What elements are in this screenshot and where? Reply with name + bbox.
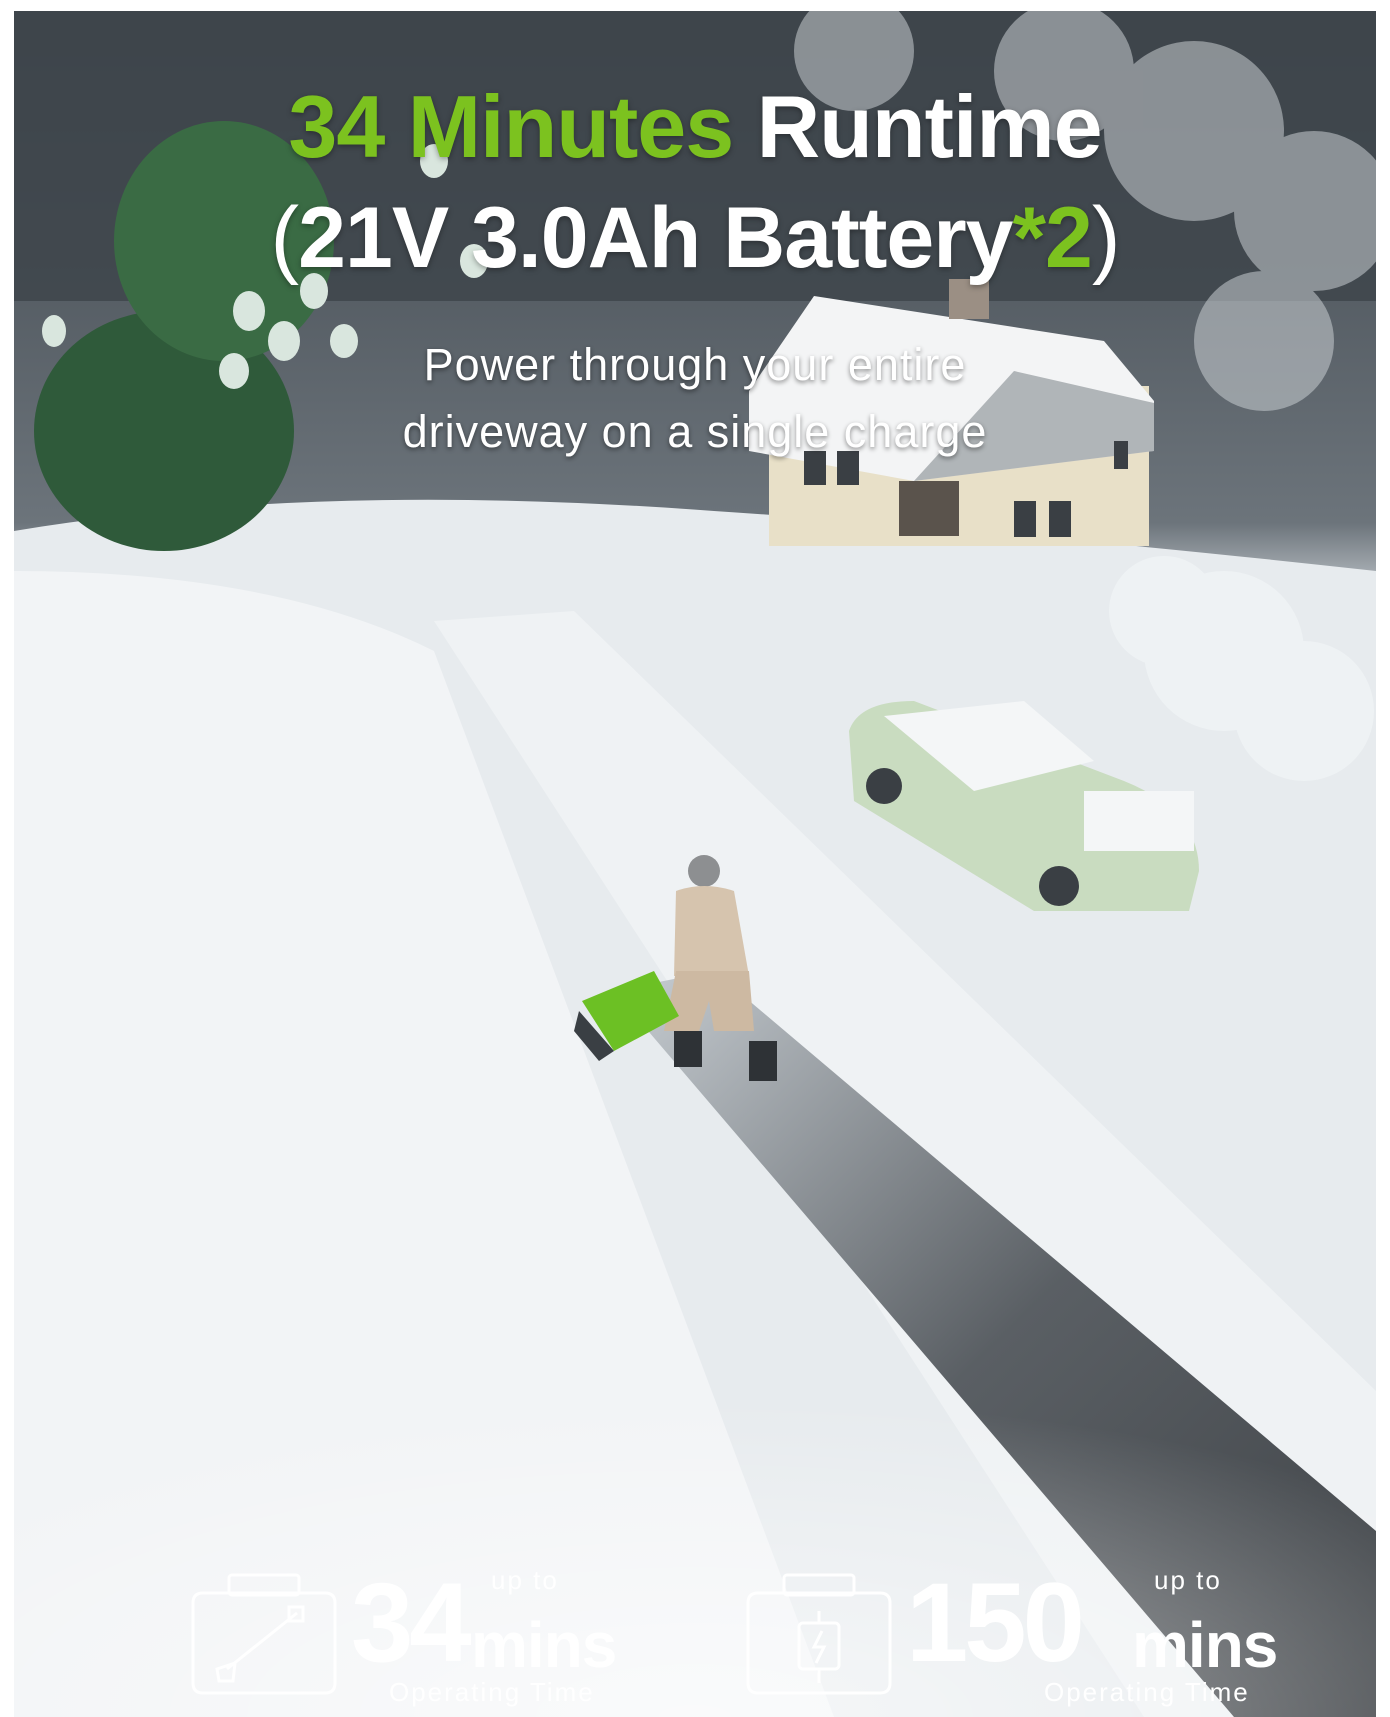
headline-runtime-highlight: 34 Minutes xyxy=(288,77,734,176)
battery-case-with-charge-icon xyxy=(746,1573,892,1695)
product-banner: 34 Minutes Runtime (21V 3.0Ah Battery*2)… xyxy=(0,0,1390,1717)
stat-1-value: 34 xyxy=(351,1560,472,1685)
headline-line-2: (21V 3.0Ah Battery*2) xyxy=(14,189,1376,288)
stat-charging-runtime: 150 up to mins Operating Time xyxy=(744,1560,1304,1707)
stat-2-caption: Operating Time xyxy=(1044,1677,1250,1707)
subheadline-line-1: Power through your entire xyxy=(423,339,967,390)
snowy-driveway-photo: 34 Minutes Runtime (21V 3.0Ah Battery*2)… xyxy=(14,11,1376,1717)
headline-runtime-label: Runtime xyxy=(756,77,1103,176)
stat-2-unit: mins xyxy=(1132,1609,1278,1681)
headline-close-paren: ) xyxy=(1091,190,1121,286)
stat-trimmer-runtime: 34 up to mins Operating Time xyxy=(189,1560,649,1707)
stat-2-prefix: up to xyxy=(1154,1565,1222,1595)
stat-2-value: 150 xyxy=(906,1560,1085,1685)
headline-open-paren: ( xyxy=(270,190,300,286)
headline-line-1: 34 Minutes Runtime xyxy=(14,76,1376,178)
stat-1-prefix: up to xyxy=(491,1565,559,1595)
stat-1-caption: Operating Time xyxy=(389,1677,595,1707)
battery-case-with-trimmer-icon xyxy=(191,1573,337,1695)
headline-battery-spec: 21V 3.0Ah Battery xyxy=(298,190,1013,286)
stat-1-unit: mins xyxy=(471,1609,617,1681)
headline-battery-count: *2 xyxy=(1012,190,1093,286)
subheadline-line-2: driveway on a single charge xyxy=(402,406,988,457)
